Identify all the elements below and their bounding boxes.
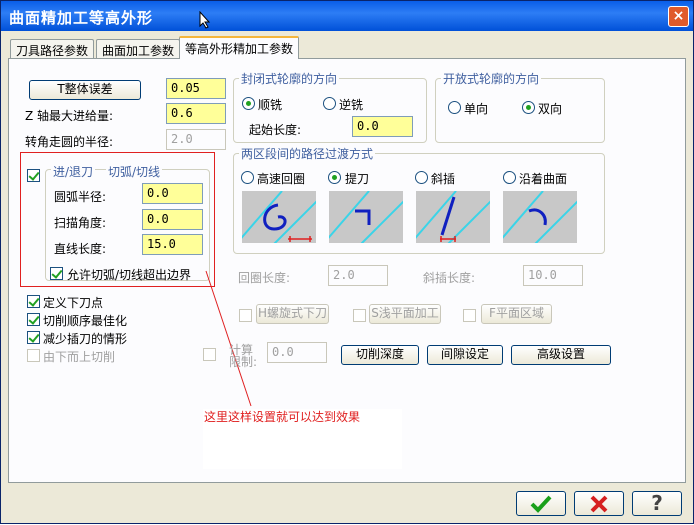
reduce-plunge-checkbox[interactable] <box>27 331 40 344</box>
x-icon <box>590 495 608 513</box>
bottom-up-checkbox[interactable] <box>27 349 40 362</box>
lift-radio[interactable] <box>328 171 341 184</box>
high-speed-label: 高速回圈 <box>257 172 306 186</box>
ok-button[interactable] <box>516 491 566 516</box>
conventional-radio[interactable] <box>323 97 336 110</box>
flat-checkbox[interactable] <box>463 309 476 322</box>
question-icon: ? <box>651 491 663 515</box>
lift-label: 提刀 <box>345 172 370 186</box>
reduce-plunge-label: 减少插刀的情形 <box>43 332 128 346</box>
one-way-radio[interactable] <box>448 101 461 114</box>
lift-preview-image <box>329 191 403 243</box>
tab-contour-finish-params[interactable]: 等高外形精加工参数 <box>179 36 300 59</box>
climb-radio[interactable] <box>242 97 255 110</box>
flat-button[interactable]: F平面区域 <box>481 304 552 324</box>
two-way-label: 双向 <box>538 102 563 116</box>
open-contour-title: 开放式轮廓的方向 <box>441 70 542 87</box>
conventional-label: 逆铣 <box>339 98 364 112</box>
ramp-preview-image <box>416 191 490 243</box>
check-icon <box>530 495 552 513</box>
optimize-order-checkbox[interactable] <box>27 313 40 326</box>
follow-surface-radio[interactable] <box>503 171 516 184</box>
calc-limit-checkbox[interactable] <box>203 348 216 361</box>
dialog-window: 曲面精加工等高外形 × 刀具路径参数 曲面加工参数 等高外形精加工参数 T整体误… <box>0 0 694 524</box>
bottom-up-label: 由下而上切削 <box>43 350 116 364</box>
transition-title: 两区段间的路径过渡方式 <box>239 145 376 162</box>
closed-contour-title: 封闭式轮廓的方向 <box>239 70 340 87</box>
helix-checkbox[interactable] <box>239 309 252 322</box>
two-way-radio[interactable] <box>522 101 535 114</box>
shallow-button[interactable]: S浅平面加工 <box>369 304 441 324</box>
define-plunge-label: 定义下刀点 <box>43 296 104 310</box>
gap-settings-button[interactable]: 间隙设定 <box>427 345 503 365</box>
loop-length-input[interactable]: 2.0 <box>328 265 388 286</box>
helix-button[interactable]: H螺旋式下刀 <box>256 304 329 324</box>
follow-surface-label: 沿着曲面 <box>519 172 568 186</box>
high-speed-radio[interactable] <box>241 171 254 184</box>
cut-depth-button[interactable]: 切削深度 <box>341 345 419 365</box>
ramp-label: 斜插 <box>431 172 456 186</box>
shallow-checkbox[interactable] <box>353 309 366 322</box>
start-length-label: 起始长度: <box>249 123 302 137</box>
define-plunge-checkbox[interactable] <box>27 295 40 308</box>
cancel-button[interactable] <box>574 491 624 516</box>
annotation-note-text: 这里这样设置就可以达到效果 <box>204 410 361 424</box>
climb-label: 顺铣 <box>258 98 283 112</box>
follow-surface-preview-image <box>503 191 577 243</box>
calc-limit-input[interactable]: 0.0 <box>267 342 327 363</box>
open-contour-group <box>435 78 605 143</box>
ramp-radio[interactable] <box>415 171 428 184</box>
one-way-label: 单向 <box>464 102 489 116</box>
optimize-order-label: 切削顺序最佳化 <box>43 314 128 328</box>
loop-length-label: 回圈长度: <box>238 271 291 285</box>
help-button[interactable]: ? <box>632 491 682 516</box>
limit-label: 限制: <box>229 355 258 369</box>
ramp-length-label: 斜插长度: <box>423 271 476 285</box>
high-speed-preview-image <box>242 191 316 243</box>
advanced-settings-button[interactable]: 高级设置 <box>511 345 611 365</box>
start-length-input[interactable]: 0.0 <box>352 116 413 137</box>
ramp-length-input[interactable]: 10.0 <box>523 265 583 286</box>
